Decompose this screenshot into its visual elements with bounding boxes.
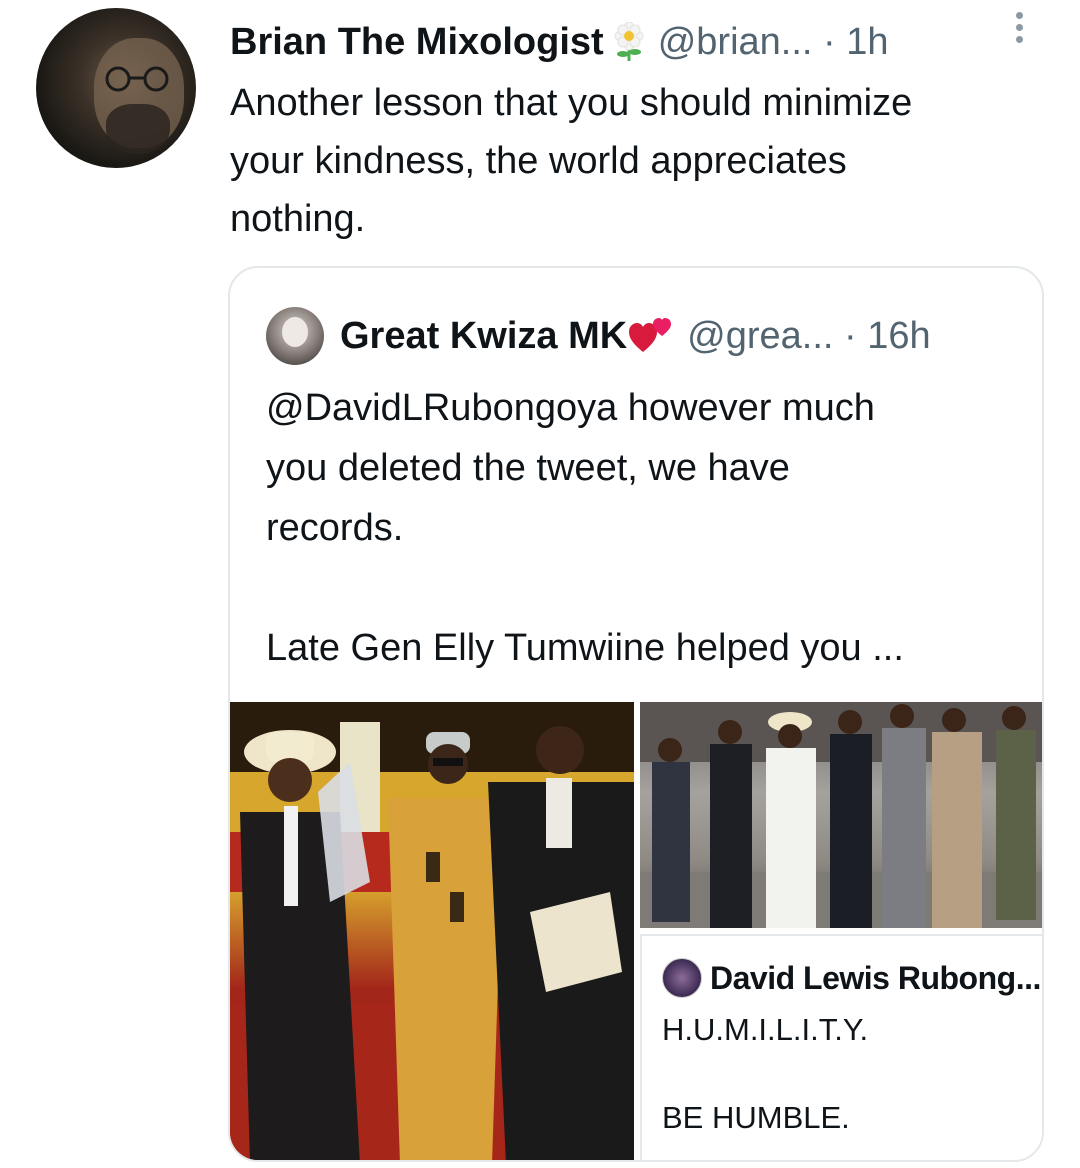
vertical-ellipsis-icon[interactable] (1012, 12, 1026, 52)
media-photo-award[interactable] (230, 702, 634, 1160)
quoted-tweet[interactable]: Great Kwiza MK @grea... · 16h @DavidLRub… (228, 266, 1044, 1162)
author-avatar[interactable] (36, 8, 196, 168)
quoted-author-handle-and-time[interactable]: @grea... · 16h (687, 315, 930, 358)
embedded-author-name: David Lewis Rubong... (710, 959, 1041, 996)
avatar-glasses-graphic (105, 66, 169, 92)
tweet-header: Brian The Mixologist @brian... · 1h (230, 14, 1030, 70)
quoted-author-name[interactable]: Great Kwiza MK (340, 315, 627, 358)
sunflower-emoji-icon (614, 22, 644, 61)
embedded-tweet-header: David Lewis Rubong... (662, 958, 1041, 998)
two-hearts-emoji-icon (629, 318, 672, 352)
quoted-tweet-header: Great Kwiza MK @grea... · 16h (266, 307, 931, 365)
embedded-tweet-screenshot: David Lewis Rubong... H.U.M.I.L.I.T.Y. B… (640, 934, 1042, 1160)
media-screenshot-group[interactable] (640, 702, 1042, 928)
author-handle-and-time[interactable]: @brian... · 1h (658, 21, 889, 64)
embedded-tweet-text: H.U.M.I.L.I.T.Y. BE HUMBLE. (662, 1012, 869, 1135)
quoted-tweet-text: @DavidLRubongoya however much you delete… (266, 387, 904, 669)
author-name[interactable]: Brian The Mixologist (230, 21, 604, 64)
award-photo-graphic (230, 702, 634, 1160)
quoted-author-avatar[interactable] (266, 307, 324, 365)
embedded-author-avatar (662, 958, 702, 998)
group-photo-graphic (640, 702, 1042, 928)
tweet-text: Another lesson that you should minimize … (230, 82, 913, 240)
